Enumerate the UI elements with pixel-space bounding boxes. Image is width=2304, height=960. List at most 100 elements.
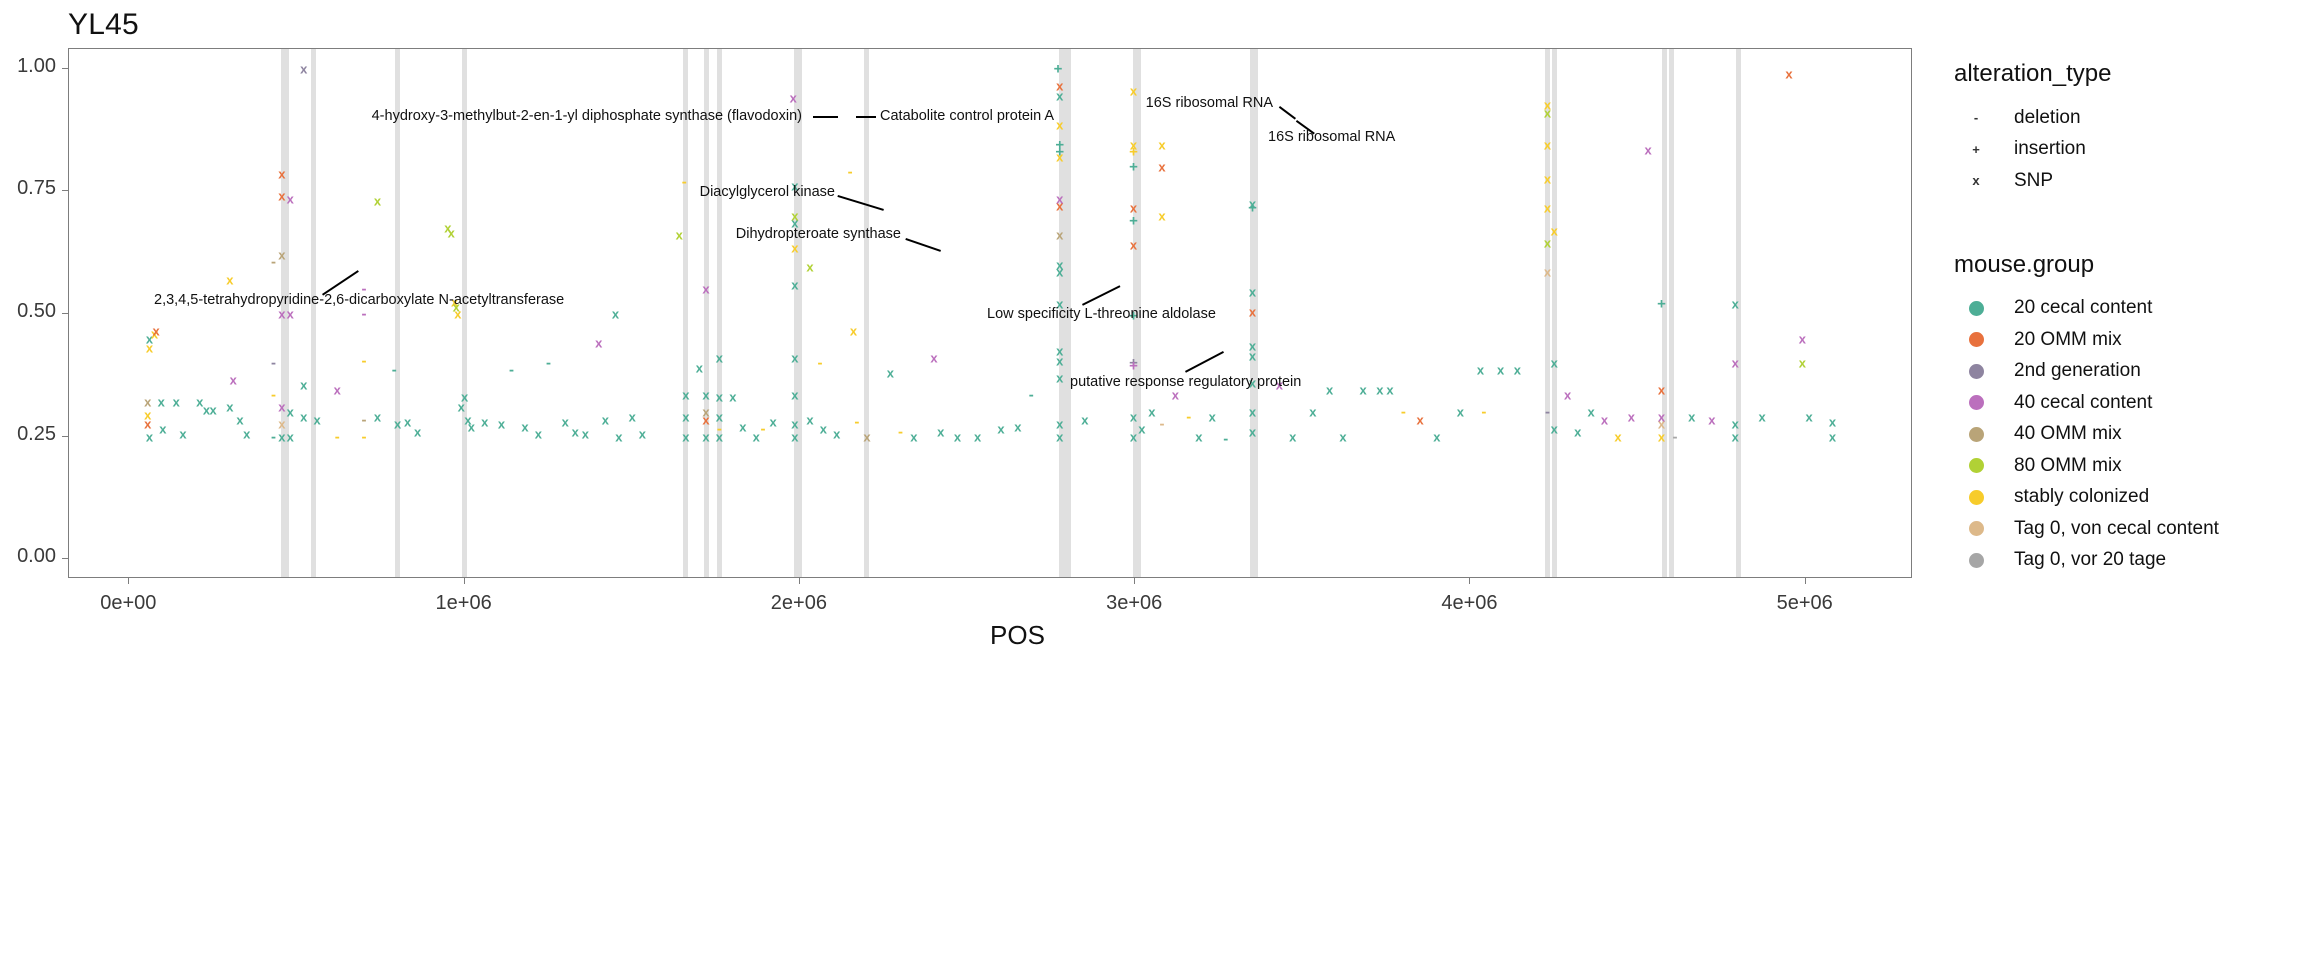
data-point: x	[581, 426, 589, 442]
data-point: x	[715, 429, 724, 445]
legend-item[interactable]: 20 OMM mix	[1952, 324, 2304, 356]
data-point: -	[391, 361, 397, 379]
data-point: x	[1056, 117, 1064, 133]
data-point: x	[278, 247, 286, 263]
data-point: x	[278, 306, 286, 322]
legend-title: alteration_type	[1954, 60, 2112, 87]
data-point: x	[1248, 304, 1257, 320]
data-point: x	[1359, 382, 1367, 398]
data-point: x	[209, 402, 217, 418]
gene-annotation-label: Low specificity L-threonine aldolase	[987, 306, 1216, 322]
data-point: x	[404, 414, 412, 430]
data-point: x	[179, 426, 187, 442]
data-point: x	[1798, 331, 1806, 347]
data-point: x	[1081, 412, 1089, 427]
gene-cluster-gridline	[1551, 49, 1557, 577]
data-point: x	[278, 188, 286, 204]
data-point: x	[1171, 387, 1180, 403]
data-point: x	[863, 429, 871, 445]
data-point: x	[1543, 200, 1552, 216]
data-point: +	[1053, 60, 1063, 78]
legend-item-label: Tag 0, vor 20 tage	[2014, 549, 2167, 571]
data-point: x	[628, 409, 636, 425]
data-point: x	[997, 421, 1005, 437]
data-point: x	[571, 424, 579, 440]
gene-annotation-label: Diacylglycerol kinase	[699, 184, 835, 200]
data-point: x	[601, 412, 610, 427]
gene-cluster-gridline	[1662, 49, 1668, 577]
data-point: x	[1543, 235, 1552, 251]
data-point: x	[682, 409, 690, 425]
data-point: x	[278, 399, 286, 415]
data-point: x	[1416, 412, 1424, 427]
legend-alteration-type: alteration_type - deletion + insertion x SNP	[1952, 60, 2304, 197]
legend-item[interactable]: 20 cecal content	[1952, 293, 2304, 325]
legend-item[interactable]: - deletion	[1952, 102, 2304, 134]
legend-glyph-deletion-icon: -	[1973, 110, 1979, 126]
data-point: +	[1129, 357, 1138, 375]
data-point: x	[278, 166, 286, 182]
data-point: -	[1028, 386, 1034, 404]
data-point: -	[854, 413, 860, 431]
data-point: x	[1129, 409, 1138, 425]
legend-item[interactable]: 40 OMM mix	[1952, 419, 2304, 451]
data-point: -	[760, 420, 766, 438]
x-axis-tick-label: 5e+06	[1776, 592, 1833, 614]
legend-color-swatch	[1968, 332, 1984, 348]
data-point: x	[1574, 424, 1582, 440]
data-point: x	[1158, 137, 1166, 153]
data-point: x	[226, 272, 234, 288]
data-point: x	[1828, 429, 1837, 445]
data-point: x	[481, 414, 489, 430]
x-axis-title: POS	[990, 620, 1045, 650]
data-point: x	[953, 429, 962, 445]
page-title: YL45	[68, 8, 139, 41]
gene-annotation-label: Dihydropteroate synthase	[735, 226, 901, 242]
legend-item[interactable]: Tag 0, von cecal content	[1952, 513, 2304, 545]
data-point: x	[300, 61, 308, 77]
data-point: x	[1758, 409, 1766, 425]
x-axis-tick-mark	[798, 578, 800, 584]
legend-item[interactable]: stably colonized	[1952, 482, 2304, 514]
data-point: x	[1798, 355, 1806, 371]
data-point: x	[1550, 355, 1558, 371]
gene-cluster-gridline	[1669, 49, 1675, 577]
data-point: -	[509, 361, 515, 379]
data-point: x	[1543, 105, 1552, 121]
data-point: x	[159, 421, 167, 437]
data-point: -	[1186, 408, 1192, 426]
legend-item-label: 80 OMM mix	[2014, 454, 2122, 476]
data-point: x	[561, 414, 569, 430]
legend-glyph-insertion-icon: +	[1972, 141, 1980, 157]
legend-item[interactable]: 2nd generation	[1952, 356, 2304, 388]
data-point: x	[702, 281, 710, 297]
y-axis-tick-mark	[62, 190, 68, 192]
data-point: x	[1056, 227, 1064, 243]
data-point: x	[682, 429, 690, 445]
legend-item-label: 20 cecal content	[2014, 297, 2153, 319]
data-point: -	[271, 253, 277, 271]
data-point: x	[1056, 264, 1064, 280]
data-point: -	[1545, 403, 1551, 421]
data-point: x	[1587, 404, 1595, 420]
legend-item[interactable]: 40 cecal content	[1952, 387, 2304, 419]
data-point: x	[152, 323, 160, 339]
legend-item[interactable]: 80 OMM mix	[1952, 450, 2304, 482]
legend-glyph-SNP-icon: x	[1972, 173, 1980, 189]
legend-mouse-group: mouse.group 20 cecal content 20 OMM mix 2nd…	[1952, 251, 2304, 577]
gene-cluster-gridline	[703, 49, 709, 577]
data-point: x	[1543, 171, 1552, 187]
legend-item[interactable]: Tag 0, vor 20 tage	[1952, 545, 2304, 577]
data-point: x	[286, 191, 294, 207]
data-point: x	[1731, 296, 1739, 312]
data-point: x	[819, 421, 827, 437]
x-axis-tick-label: 2e+06	[770, 592, 827, 614]
legend-item[interactable]: + insertion	[1952, 134, 2304, 166]
data-point: x	[1828, 414, 1837, 430]
annotation-leader-line	[813, 116, 838, 118]
gene-cluster-gridline	[716, 49, 722, 577]
data-point: -	[545, 354, 551, 372]
legend-item[interactable]: x SNP	[1952, 165, 2304, 197]
x-axis-tick-label: 4e+06	[1441, 592, 1498, 614]
data-point: -	[1672, 428, 1678, 446]
